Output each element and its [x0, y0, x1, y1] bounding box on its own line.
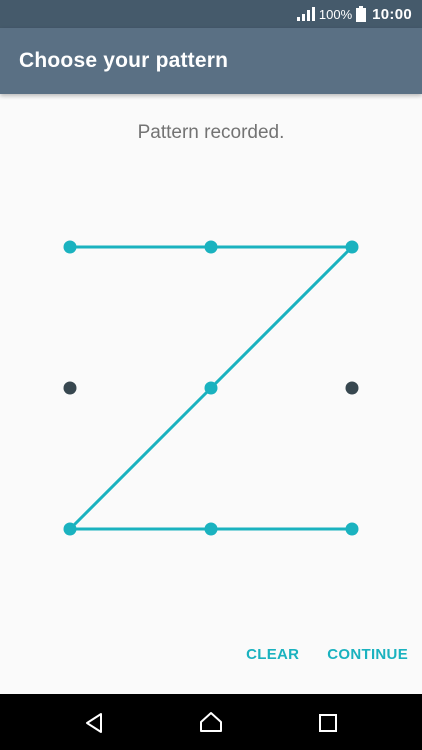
- recents-icon[interactable]: [319, 714, 337, 737]
- pattern-dot-4[interactable]: [63, 381, 77, 395]
- pattern-dot-3[interactable]: [345, 240, 359, 254]
- pattern-line-segment: [68, 386, 213, 531]
- continue-button[interactable]: CONTINUE: [327, 646, 408, 663]
- pattern-dot-6[interactable]: [345, 381, 359, 395]
- pattern-line-segment: [209, 245, 354, 390]
- pattern-dot-2[interactable]: [204, 240, 218, 254]
- home-icon[interactable]: [199, 711, 223, 738]
- pattern-dot-9[interactable]: [345, 522, 359, 536]
- pattern-lock-grid[interactable]: [0, 0, 422, 750]
- pattern-dot-8[interactable]: [204, 522, 218, 536]
- action-bar: CLEAR CONTINUE: [246, 646, 408, 663]
- pattern-dot-1[interactable]: [63, 240, 77, 254]
- clear-button[interactable]: CLEAR: [246, 646, 299, 663]
- pattern-dot-5[interactable]: [204, 381, 218, 395]
- navigation-bar: [0, 694, 422, 750]
- pattern-dot-7[interactable]: [63, 522, 77, 536]
- back-icon[interactable]: [84, 712, 104, 739]
